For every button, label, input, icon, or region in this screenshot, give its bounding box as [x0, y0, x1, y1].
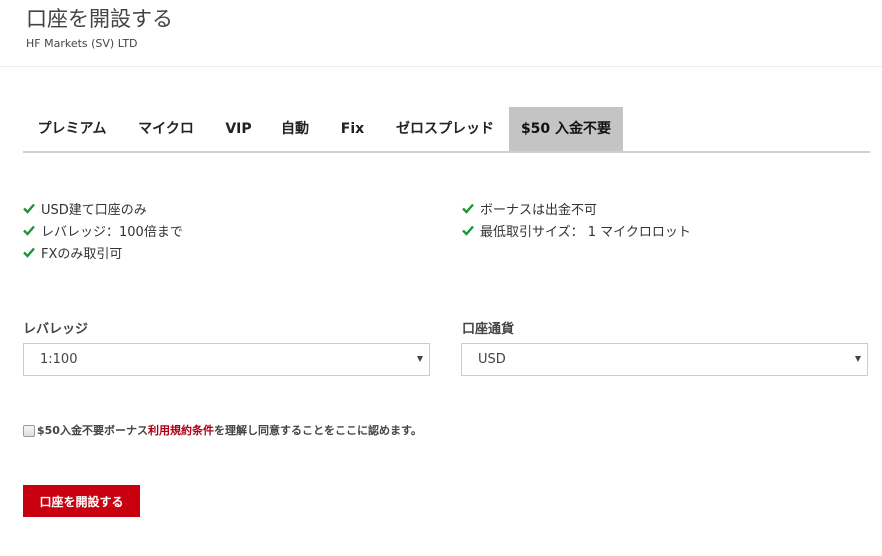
feature-list-right: ボーナスは出金不可 最低取引サイズ： 1 マイクロロット: [462, 197, 842, 241]
feature-text: USD建て口座のみ: [41, 202, 147, 218]
terms-link[interactable]: 利用規約条件: [148, 422, 214, 438]
tab-no-deposit-50[interactable]: $50 入金不要: [509, 107, 623, 151]
leverage-label: レバレッジ: [23, 322, 89, 337]
feature-item: レバレッジ：100倍まで: [23, 219, 403, 241]
tab-fix[interactable]: Fix: [324, 107, 381, 151]
currency-value: USD: [478, 352, 506, 367]
check-icon: [462, 225, 474, 236]
check-icon: [23, 247, 35, 258]
feature-text: ボーナスは出金不可: [480, 202, 598, 218]
feature-list-left: USD建て口座のみ レバレッジ：100倍まで FXのみ取引可: [23, 197, 403, 263]
leverage-value: 1:100: [40, 352, 78, 367]
header: 口座を開設する HF Markets (SV) LTD: [0, 0, 882, 67]
leverage-select[interactable]: 1:100: [23, 343, 430, 376]
tab-zero-spread[interactable]: ゼロスプレッド: [381, 107, 509, 151]
currency-select[interactable]: USD: [461, 343, 868, 376]
currency-label: 口座通貨: [462, 322, 515, 337]
page-title: 口座を開設する: [26, 7, 173, 31]
chevron-down-icon: [417, 356, 423, 362]
feature-item: 最低取引サイズ： 1 マイクロロット: [462, 219, 842, 241]
tab-auto[interactable]: 自動: [266, 107, 324, 151]
terms-text-suffix: を理解し同意することをここに認めます。: [213, 424, 422, 437]
feature-item: USD建て口座のみ: [23, 197, 403, 219]
feature-text: FXのみ取引可: [41, 246, 123, 262]
terms-text-prefix: $50入金不要ボーナス: [37, 424, 148, 437]
open-account-button[interactable]: 口座を開設する: [23, 485, 140, 517]
feature-text: レバレッジ：100倍まで: [41, 224, 183, 240]
tab-micro[interactable]: マイクロ: [121, 107, 211, 151]
account-type-tabs: プレミアム マイクロ VIP 自動 Fix ゼロスプレッド $50 入金不要: [23, 107, 870, 153]
feature-item: ボーナスは出金不可: [462, 197, 842, 219]
tab-vip[interactable]: VIP: [211, 107, 266, 151]
check-icon: [23, 203, 35, 214]
feature-text: 最低取引サイズ： 1 マイクロロット: [480, 224, 691, 240]
tab-premium[interactable]: プレミアム: [23, 107, 121, 151]
check-icon: [462, 203, 474, 214]
chevron-down-icon: [855, 356, 861, 362]
terms-checkbox[interactable]: [23, 425, 35, 437]
page-subtitle: HF Markets (SV) LTD: [26, 37, 138, 50]
terms-agreement: $50入金不要ボーナス 利用規約条件 を理解し同意することをここに認めます。: [23, 422, 422, 438]
check-icon: [23, 225, 35, 236]
feature-item: FXのみ取引可: [23, 241, 403, 263]
